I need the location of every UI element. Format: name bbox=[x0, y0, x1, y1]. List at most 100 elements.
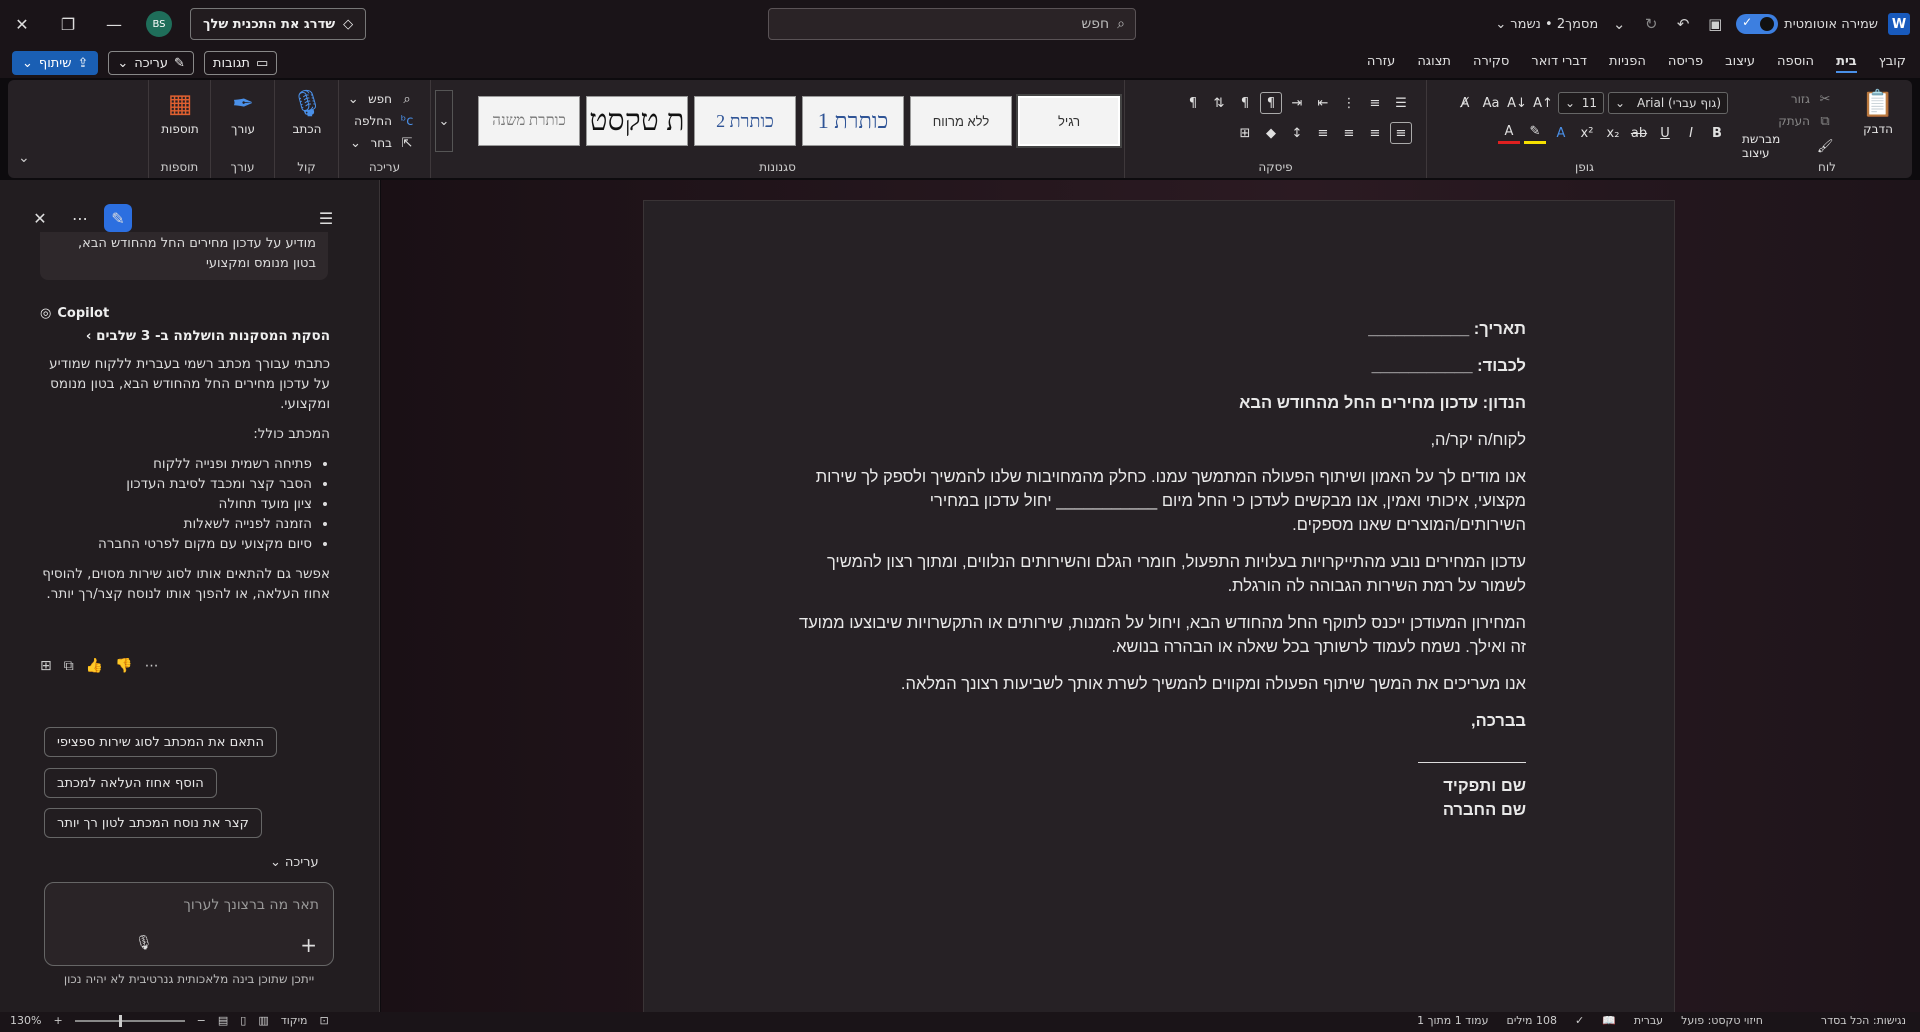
multilevel-list-icon[interactable]: ⋮ bbox=[1338, 92, 1360, 114]
highlight-icon[interactable]: ✎ bbox=[1524, 122, 1546, 144]
editor-button[interactable]: ✒ עורך bbox=[215, 86, 271, 136]
shading-icon[interactable]: ◆ bbox=[1260, 122, 1282, 144]
dictate-button[interactable]: 🎙 הכתב bbox=[279, 86, 335, 136]
justify-icon[interactable]: ≡ bbox=[1312, 122, 1334, 144]
style-card-3[interactable]: כותרת 2 bbox=[694, 96, 796, 146]
align-left-icon[interactable]: ≡ bbox=[1338, 122, 1360, 144]
share-button[interactable]: ⌄ שיתוף ⇪ bbox=[12, 51, 99, 75]
ltr-direction-icon[interactable]: ¶ bbox=[1234, 92, 1256, 114]
focus-mode[interactable]: מיקוד bbox=[281, 1014, 308, 1027]
document-page[interactable]: תאריך: ___________ לכבוד: ___________ הנ… bbox=[643, 200, 1675, 1020]
style-card-2[interactable]: כותרת 1 bbox=[802, 96, 904, 146]
align-center-icon[interactable]: ≡ bbox=[1364, 122, 1386, 144]
avatar[interactable]: BS bbox=[146, 11, 172, 37]
tab-9[interactable]: עזרה bbox=[1367, 52, 1395, 73]
comments-button[interactable]: תגובות ▭ bbox=[203, 51, 278, 75]
sort-icon[interactable]: ⇅ bbox=[1208, 92, 1230, 114]
style-card-1[interactable]: ללא מרווח bbox=[910, 96, 1012, 146]
strikethrough-icon[interactable]: ab bbox=[1628, 122, 1650, 144]
search-box[interactable]: ⌕ חפש bbox=[768, 8, 1136, 40]
format-painter-button[interactable]: 🖌 מברשת עיצוב bbox=[1742, 132, 1836, 160]
autosave-toggle[interactable] bbox=[1736, 14, 1779, 34]
web-layout-icon[interactable]: ▤ bbox=[218, 1014, 228, 1027]
page-count[interactable]: עמוד 1 מתוך 1 bbox=[1417, 1014, 1488, 1027]
zoom-slider[interactable] bbox=[74, 1014, 185, 1027]
word-count[interactable]: 108 מילים bbox=[1507, 1014, 1557, 1027]
reasoning-steps[interactable]: הסקת המסקנות הושלמה ב- 3 שלבים › bbox=[40, 326, 330, 346]
edit-mode-button[interactable]: ⌄ עריכה ✎ bbox=[108, 51, 194, 75]
thumbs-up-icon[interactable]: 👍 bbox=[86, 658, 103, 674]
copilot-input[interactable]: תאר מה ברצונך לערוך + 🎙 bbox=[44, 882, 334, 966]
microphone-icon[interactable]: 🎙 bbox=[135, 935, 153, 951]
copy-button[interactable]: ⧉ העתק bbox=[1778, 110, 1836, 132]
increase-indent-icon[interactable]: ⇥ bbox=[1286, 92, 1308, 114]
upgrade-button[interactable]: שדרג את התכנית שלך ◇ bbox=[190, 8, 367, 40]
print-layout-icon[interactable]: ▯ bbox=[240, 1014, 246, 1027]
proofing-icon[interactable]: ✓ bbox=[1575, 1014, 1584, 1027]
customize-qat-icon[interactable]: ⌄ bbox=[1608, 13, 1630, 35]
document-canvas[interactable]: תאריך: ___________ לכבוד: ___________ הנ… bbox=[381, 180, 1920, 1020]
font-name-select[interactable]: ⌄ Arial (גוף עברי) bbox=[1608, 92, 1728, 114]
zoom-out-icon[interactable]: − bbox=[197, 1014, 206, 1027]
change-case-icon[interactable]: Aa bbox=[1480, 92, 1502, 114]
redo-icon[interactable]: ↻ bbox=[1640, 13, 1662, 35]
tab-0[interactable]: קובץ bbox=[1879, 52, 1906, 73]
zoom-level[interactable]: 130% bbox=[10, 1014, 41, 1027]
tab-2[interactable]: הוספה bbox=[1777, 52, 1814, 73]
tab-8[interactable]: תצוגה bbox=[1417, 52, 1451, 73]
underline-icon[interactable]: U bbox=[1654, 122, 1676, 144]
addins-button[interactable]: ▦ תוספות bbox=[152, 86, 208, 136]
style-card-5[interactable]: כותרת משנה bbox=[478, 96, 580, 146]
tab-4[interactable]: פריסה bbox=[1668, 52, 1703, 73]
decrease-indent-icon[interactable]: ⇤ bbox=[1312, 92, 1334, 114]
copy-icon[interactable]: ⧉ bbox=[64, 658, 74, 674]
more-options-icon[interactable]: ⋯ bbox=[66, 204, 94, 232]
autosave[interactable]: שמירה אוטומטית bbox=[1736, 14, 1878, 34]
borders-icon[interactable]: ⊞ bbox=[1234, 122, 1256, 144]
find-button[interactable]: ⌕ חפש ⌄ bbox=[342, 88, 418, 110]
tab-6[interactable]: דברי דואר bbox=[1531, 52, 1587, 73]
line-spacing-icon[interactable]: ↕ bbox=[1286, 122, 1308, 144]
suggestion-chip[interactable]: קצר את נוסח המכתב לטון רך יותר bbox=[44, 808, 262, 838]
paste-button[interactable]: 📋 הדבק bbox=[1850, 86, 1906, 136]
new-chat-icon[interactable]: ✎ bbox=[104, 204, 132, 232]
book-icon[interactable]: 📖 bbox=[1602, 1014, 1616, 1027]
restore-icon[interactable]: ❐ bbox=[54, 10, 82, 38]
italic-icon[interactable]: I bbox=[1680, 122, 1702, 144]
numbering-icon[interactable]: ≡ bbox=[1364, 92, 1386, 114]
clear-format-icon[interactable]: A̸ bbox=[1454, 92, 1476, 114]
language[interactable]: עברית bbox=[1634, 1014, 1663, 1027]
cut-button[interactable]: ✂ גזור bbox=[1791, 88, 1836, 110]
close-icon[interactable]: ✕ bbox=[26, 204, 54, 232]
document-title[interactable]: מסמך2 • נשמר ⌄ bbox=[1495, 17, 1598, 32]
rtl-direction-icon[interactable]: ¶ bbox=[1260, 92, 1282, 114]
suggestion-chip[interactable]: התאם את המכתב לסוג שירות ספציפי bbox=[44, 727, 277, 757]
read-mode-icon[interactable]: ▥ bbox=[258, 1014, 268, 1027]
insert-icon[interactable]: ⊞ bbox=[40, 658, 52, 674]
tab-5[interactable]: הפניות bbox=[1609, 52, 1646, 73]
bullets-icon[interactable]: ☰ bbox=[1390, 92, 1412, 114]
document-body[interactable]: תאריך: ___________ לכבוד: ___________ הנ… bbox=[796, 317, 1526, 822]
minimize-icon[interactable]: — bbox=[100, 10, 128, 38]
font-size-select[interactable]: ⌄ 11 bbox=[1558, 92, 1604, 114]
replace-button[interactable]: ᵇc החלפה bbox=[354, 110, 418, 132]
styles-more-icon[interactable]: ⌄ bbox=[435, 90, 453, 152]
save-icon[interactable]: ▣ bbox=[1704, 13, 1726, 35]
subscript-icon[interactable]: x₂ bbox=[1602, 122, 1624, 144]
close-icon[interactable]: ✕ bbox=[8, 10, 36, 38]
style-card-4[interactable]: ת טקסט bbox=[586, 96, 688, 146]
show-marks-icon[interactable]: ¶ bbox=[1182, 92, 1204, 114]
text-predictions[interactable]: חיזוי טקסט: פועל bbox=[1681, 1014, 1763, 1027]
superscript-icon[interactable]: x² bbox=[1576, 122, 1598, 144]
undo-icon[interactable]: ↶ bbox=[1672, 13, 1694, 35]
text-effects-icon[interactable]: A bbox=[1550, 122, 1572, 144]
edit-mode-selector[interactable]: עריכה ⌄ bbox=[270, 855, 319, 870]
align-right-icon[interactable]: ≡ bbox=[1390, 122, 1412, 144]
font-color-icon[interactable]: A bbox=[1498, 122, 1520, 144]
tab-7[interactable]: סקירה bbox=[1473, 52, 1509, 73]
focus-icon[interactable]: ⊡ bbox=[320, 1014, 329, 1027]
thumbs-down-icon[interactable]: 👎 bbox=[115, 658, 132, 674]
plus-icon[interactable]: + bbox=[300, 933, 317, 957]
style-card-0[interactable]: רגיל bbox=[1016, 94, 1122, 148]
bold-icon[interactable]: B bbox=[1706, 122, 1728, 144]
